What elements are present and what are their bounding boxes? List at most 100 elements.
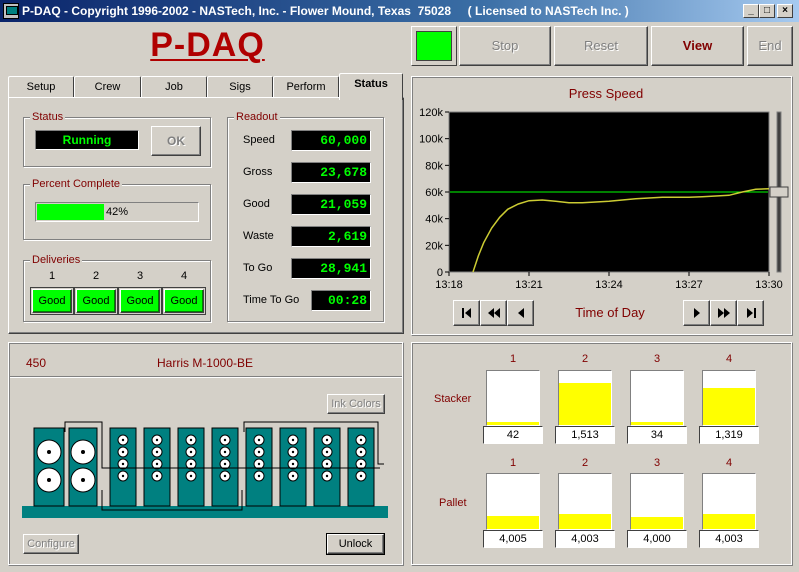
- stacker-bin-3: [630, 370, 684, 426]
- cylinder-core: [121, 462, 125, 466]
- close-icon[interactable]: ×: [777, 4, 793, 18]
- stop-button[interactable]: Stop: [459, 26, 551, 66]
- cylinder-core: [155, 438, 159, 442]
- y-tick-label: 100k: [419, 134, 443, 146]
- speed-value: 60,000: [291, 130, 371, 151]
- x-tick-label: 13:24: [595, 279, 623, 291]
- cylinder-core: [121, 438, 125, 442]
- tab-perform[interactable]: Perform: [273, 76, 339, 98]
- pallet-bin-fill-1: [487, 515, 539, 529]
- cylinder-core: [121, 450, 125, 454]
- to-go-value: 28,941: [291, 258, 371, 279]
- tab-setup[interactable]: Setup: [8, 76, 74, 98]
- good-value: 21,059: [291, 194, 371, 215]
- cylinder-core: [291, 438, 295, 442]
- status-indicator-frame: [411, 26, 457, 66]
- delivery-1-button[interactable]: Good: [30, 287, 74, 315]
- delivery-3-button[interactable]: Good: [118, 287, 162, 315]
- stacker-bin-4: [702, 370, 756, 426]
- pallet-bin-1: [486, 473, 540, 530]
- stacker-bin-fill-4: [703, 388, 755, 425]
- stacker-number-4: 4: [725, 353, 733, 365]
- unlock-button[interactable]: Unlock: [326, 533, 385, 555]
- speed-slider-thumb[interactable]: [769, 186, 789, 198]
- tab-status[interactable]: Status: [339, 73, 403, 100]
- step-forward-button[interactable]: [683, 300, 710, 326]
- fast-forward-button[interactable]: [710, 300, 737, 326]
- window-title: P-DAQ - Copyright 1996-2002 - NASTech, I…: [22, 4, 629, 18]
- stacker-bin-fill-2: [559, 382, 611, 425]
- time-to-go-label: Time To Go: [243, 294, 300, 306]
- maximize-icon[interactable]: □: [759, 4, 775, 18]
- delivery-number-4: 4: [180, 270, 188, 282]
- end-button[interactable]: End: [747, 26, 793, 66]
- first-button[interactable]: [453, 300, 480, 326]
- cylinder-core: [257, 462, 261, 466]
- stacker-bin-fill-1: [487, 421, 539, 425]
- tab-job[interactable]: Job: [141, 76, 207, 98]
- press-base: [22, 506, 388, 518]
- y-tick-label: 120k: [419, 107, 443, 119]
- tab-crew[interactable]: Crew: [74, 76, 141, 98]
- deliveries-label: Deliveries: [30, 254, 83, 266]
- last-button[interactable]: [737, 300, 764, 326]
- stacker-count-2: 1,513: [555, 426, 615, 444]
- stacker-bin-2: [558, 370, 612, 426]
- status-indicator-light: [416, 31, 452, 61]
- window-title-bar[interactable]: P-DAQ - Copyright 1996-2002 - NASTech, I…: [0, 0, 799, 22]
- skip-forward-icon: [747, 308, 756, 318]
- app-icon[interactable]: [3, 3, 19, 19]
- cylinder-core: [257, 450, 261, 454]
- stacker-label: Stacker: [434, 393, 472, 405]
- minimize-icon[interactable]: _: [743, 4, 759, 18]
- reel-core: [81, 450, 85, 454]
- pallet-number-1: 1: [509, 457, 517, 469]
- pallet-bin-fill-3: [631, 516, 683, 529]
- percent-progress-bar: 42%: [35, 202, 199, 222]
- cylinder-core: [257, 438, 261, 442]
- reel-core: [47, 450, 51, 454]
- cylinder-core: [359, 462, 363, 466]
- fast-back-button[interactable]: [480, 300, 507, 326]
- press-number: 450: [26, 356, 47, 370]
- cylinder-core: [223, 438, 227, 442]
- cylinder-core: [155, 474, 159, 478]
- press-diagram: [22, 421, 388, 518]
- gross-label: Gross: [243, 166, 273, 178]
- ok-button[interactable]: OK: [151, 126, 201, 156]
- delivery-numbers: 1 2 3 4: [32, 270, 204, 284]
- percent-complete-label: Percent Complete: [30, 178, 123, 190]
- pallet-bin-4: [702, 473, 756, 530]
- stacker-count-4: 1,319: [699, 426, 759, 444]
- x-tick-label: 13:21: [515, 279, 543, 291]
- cylinder-core: [359, 474, 363, 478]
- status-group-label: Status: [30, 111, 66, 123]
- ink-colors-button[interactable]: Ink Colors: [327, 394, 385, 414]
- stacker-number-1: 1: [509, 353, 517, 365]
- step-back-button[interactable]: [507, 300, 534, 326]
- cylinder-core: [223, 474, 227, 478]
- pallet-count-4: 4,003: [699, 530, 759, 548]
- delivery-2-button[interactable]: Good: [74, 287, 118, 315]
- rewind-icon: [488, 308, 500, 318]
- cylinder-core: [291, 450, 295, 454]
- delivery-4-button[interactable]: Good: [162, 287, 206, 315]
- tab-sigs[interactable]: Sigs: [207, 76, 273, 98]
- cylinder-core: [189, 438, 193, 442]
- press-header-divider: [10, 376, 402, 377]
- good-label: Good: [243, 198, 270, 210]
- stacker-count-3: 34: [627, 426, 687, 444]
- pallet-number-3: 3: [653, 457, 661, 469]
- cylinder-core: [359, 450, 363, 454]
- stacker-bin-fill-3: [631, 422, 683, 425]
- reset-button[interactable]: Reset: [554, 26, 648, 66]
- time-of-day-label: Time of Day: [575, 305, 645, 320]
- cylinder-core: [291, 462, 295, 466]
- speed-label: Speed: [243, 134, 275, 146]
- step-back-icon: [518, 308, 524, 318]
- percent-progress-text: 42%: [105, 206, 129, 218]
- cylinder-core: [189, 462, 193, 466]
- view-button[interactable]: View: [651, 26, 744, 66]
- configure-button[interactable]: Configure: [23, 534, 79, 554]
- cylinder-core: [325, 438, 329, 442]
